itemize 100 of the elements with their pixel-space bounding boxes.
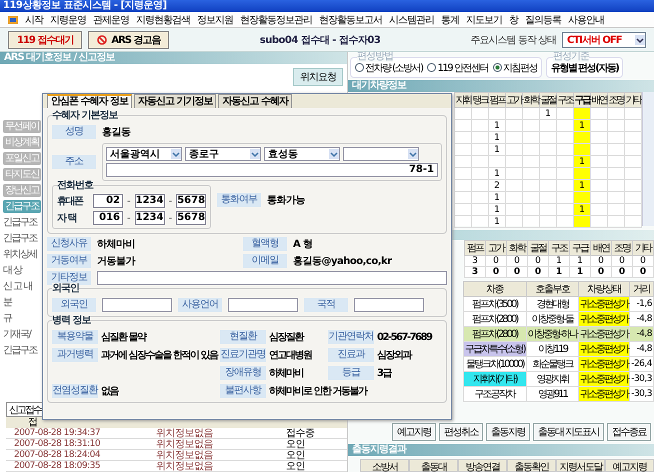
phone-field[interactable]: 5678 xyxy=(176,211,206,225)
field-label: 자 택 xyxy=(57,212,78,225)
action-button[interactable]: 예고지령 xyxy=(392,423,436,441)
table-cell[interactable]: 귀소중편성가 xyxy=(578,296,630,312)
menu-item[interactable]: 정보지원 xyxy=(197,12,233,26)
action-button[interactable]: 접수종료 xyxy=(607,423,651,441)
table-cell-text: 접수중 xyxy=(286,428,316,438)
field-label: 거동여부 xyxy=(47,254,91,268)
table-cell[interactable]: 귀소중편성가 xyxy=(578,372,630,386)
menu-item[interactable]: 통계 xyxy=(441,12,459,26)
table-cell-text: 위치정보없음 xyxy=(156,461,214,471)
table-cell: 1 xyxy=(570,266,590,278)
phone-field[interactable]: 5678 xyxy=(176,194,206,208)
table-cell[interactable]: 이창중형-하나 xyxy=(526,326,579,342)
phone-field[interactable]: 02 xyxy=(93,194,123,208)
menu-item[interactable]: 현장활동보고서 xyxy=(319,12,382,26)
table-cell[interactable]: -26,4 xyxy=(630,356,654,372)
table-cell[interactable]: -1,6 xyxy=(630,296,654,312)
tab[interactable]: 안심폰 수혜자 정보 xyxy=(47,94,132,108)
report-tab[interactable]: 신고접수 xyxy=(6,402,44,416)
field-value: 하체마비로 인한 거동불가 xyxy=(269,385,366,398)
input-field[interactable] xyxy=(97,271,447,285)
group-title: 편성방법 xyxy=(357,52,393,62)
table-cell[interactable]: 귀소중편성가 xyxy=(578,356,630,372)
address-field[interactable]: 78-1 xyxy=(106,163,438,177)
field-value: 홍길동@yahoo,co,kr xyxy=(293,255,392,268)
scrollbar[interactable] xyxy=(642,92,654,226)
table-cell: 1 xyxy=(488,168,506,180)
address-dropdown[interactable]: 종로구 xyxy=(185,147,261,161)
phone-field[interactable]: 1234 xyxy=(134,211,165,225)
phone-field[interactable]: 016 xyxy=(93,211,123,225)
column-header: 펌프 xyxy=(488,92,506,108)
address-dropdown[interactable]: 효성동 xyxy=(264,147,340,161)
address-dropdown[interactable]: 서울광역시 xyxy=(106,147,182,161)
menu-item[interactable]: 시작 xyxy=(25,12,43,26)
phone-field[interactable]: 1234 xyxy=(134,194,165,208)
column-header: 차량상태 xyxy=(578,282,630,296)
table-cell[interactable]: 귀소중편성가 xyxy=(578,342,630,356)
menu-item[interactable]: 창 xyxy=(509,12,518,26)
table-cell[interactable]: -30,3 xyxy=(630,372,654,386)
field-label: 현질환 xyxy=(220,330,266,344)
locate-button[interactable]: 위치요청 xyxy=(293,68,343,86)
table-cell[interactable]: 지휘차(기타) xyxy=(463,372,526,386)
input-field[interactable] xyxy=(102,298,172,312)
menu-item[interactable]: 지령현황검색 xyxy=(136,12,190,26)
column-header: 기타 xyxy=(624,92,642,108)
menu-item[interactable]: 질의등록 xyxy=(525,12,561,26)
field-value: 3급 xyxy=(377,367,391,380)
alarm-button[interactable]: ARS 경고음 xyxy=(88,30,170,48)
table-cell[interactable]: 귀소중편성가 xyxy=(578,312,630,326)
table-cell[interactable]: 구조공작차 xyxy=(463,386,526,402)
menu-item[interactable]: 관제운영 xyxy=(93,12,129,26)
field-label: 기재국/ xyxy=(3,328,32,341)
table-cell[interactable]: -4,8 xyxy=(630,326,654,342)
menu-item[interactable]: 시스템관리 xyxy=(389,12,434,26)
section-header: 출동지령결과 xyxy=(348,444,654,456)
column-header: 거리 xyxy=(630,282,654,296)
column-header: 조명 xyxy=(612,240,632,256)
action-button[interactable]: 출동지령 xyxy=(486,423,530,441)
status-label: 주요시스템 동작 상태 xyxy=(470,34,556,46)
table-cell[interactable]: 펌프차(3500) xyxy=(463,296,526,312)
field-label: 휴대폰 xyxy=(57,195,84,208)
tab[interactable]: 자동신고 기기정보 xyxy=(134,94,216,108)
table-cell: 1 xyxy=(488,192,506,204)
column-header: 호출부호 xyxy=(526,282,579,296)
status-dropdown[interactable]: CTI서버 OFF xyxy=(562,32,646,48)
radio-option[interactable]: 119 안전센터 xyxy=(427,60,488,74)
input-field[interactable] xyxy=(228,298,298,312)
radio-option[interactable]: 전차량 (소방서) xyxy=(355,60,422,74)
column-header: 접 xyxy=(28,417,38,428)
menu-item[interactable]: 지도보기 xyxy=(466,12,502,26)
address-dropdown[interactable] xyxy=(343,147,419,161)
table-cell[interactable]: 귀소중편성가 xyxy=(578,326,630,342)
separator: - xyxy=(168,212,172,224)
table-cell[interactable]: 구급차특수(소형) xyxy=(463,342,526,356)
action-button[interactable]: 편성취소 xyxy=(438,423,483,441)
table-cell[interactable]: -30,3 xyxy=(630,386,654,402)
caret-icon xyxy=(408,149,418,159)
table-cell: 1 xyxy=(488,144,506,156)
field-value: 연고대병원 xyxy=(269,349,312,362)
table-cell[interactable]: -4,8 xyxy=(630,342,654,356)
radio-option[interactable]: 지침편성 xyxy=(492,60,537,74)
menu-item[interactable]: 사용안내 xyxy=(568,12,604,26)
tab[interactable]: 자동신고 수혜자 xyxy=(218,94,292,108)
table-cell: 2 xyxy=(488,180,506,192)
table-cell[interactable]: 펌프차(2800) xyxy=(463,326,526,342)
field-value: 통화가능 xyxy=(267,194,306,207)
table-cell-text: 오인 xyxy=(286,439,306,449)
table-cell: 1 xyxy=(548,256,570,266)
action-button[interactable]: 출동대 지도표시 xyxy=(532,423,604,441)
menu-item[interactable]: 지령운영 xyxy=(50,12,86,26)
table-cell-text: 2007-08-28 19:34:37 xyxy=(13,428,102,438)
field-label: 위치상세 xyxy=(3,248,38,261)
table-cell[interactable]: 영광911 xyxy=(526,386,579,402)
field-label: 긴급구조 xyxy=(3,216,38,229)
input-field[interactable] xyxy=(354,298,424,312)
field-value: A 형 xyxy=(293,238,313,251)
wait-button[interactable]: 119 접수대기 xyxy=(8,30,82,48)
table-cell[interactable]: 귀소중편성가 xyxy=(578,386,630,402)
menu-item[interactable]: 현장활동정보관리 xyxy=(240,12,312,26)
